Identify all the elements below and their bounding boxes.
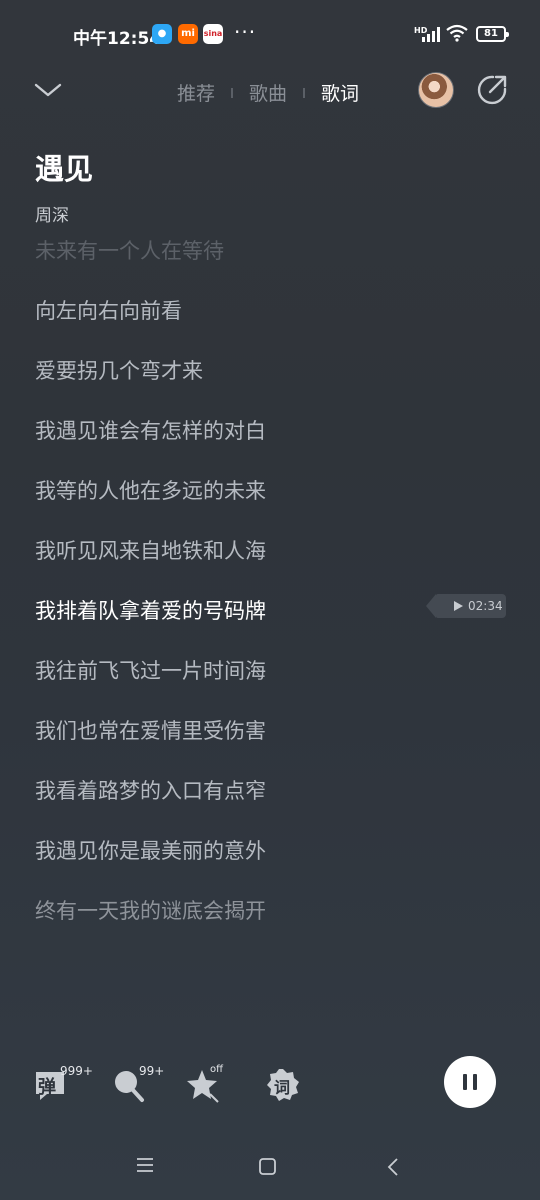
more-notifications-icon: ··· [234,20,257,44]
wifi-icon [446,24,468,42]
player-tabs: 推荐 歌曲 歌词 [177,79,359,106]
status-time: 中午12:54 [73,29,162,49]
lyric-line[interactable]: 我遇见你是最美丽的意外 [35,835,266,865]
menu-icon[interactable] [137,1158,153,1172]
lyric-line[interactable]: 我遇见谁会有怎样的对白 [35,415,266,445]
song-title: 遇见 [35,152,94,186]
signal-icon [420,26,440,42]
battery-icon: 81 [476,26,509,42]
singer-avatar[interactable] [418,72,454,108]
lyric-settings-label: 词 [274,1078,291,1097]
pause-button[interactable] [444,1056,496,1108]
system-nav-bar [0,1146,540,1186]
home-icon[interactable] [259,1158,276,1175]
lyric-line-current[interactable]: 我排着队拿着爱的号码牌 [35,595,266,625]
danmu-count: 999+ [60,1064,93,1078]
mi-icon: mi [178,24,198,44]
chevron-down-icon[interactable] [34,80,62,100]
seek-time-button[interactable]: 02:34 [426,594,506,618]
lyric-line[interactable]: 我看着路梦的入口有点窄 [35,775,266,805]
lyric-line[interactable]: 我往前飞飞过一片时间海 [35,655,266,685]
tab-divider [303,87,306,98]
lyric-line[interactable]: 我等的人他在多远的未来 [35,475,266,505]
seek-time: 02:34 [468,599,503,613]
tab-divider [231,87,234,98]
lyric-line[interactable]: 未来有一个人在等待 [35,235,224,265]
pause-icon [463,1074,467,1090]
singer-name[interactable]: 周深 [35,201,69,226]
tab-lyrics[interactable]: 歌词 [321,79,359,106]
danmu-label: 弹 [38,1077,56,1098]
player-top-bar: 推荐 歌曲 歌词 [0,70,540,114]
tab-recommend[interactable]: 推荐 [177,79,215,106]
app-blue-icon: ● [152,24,172,44]
sina-icon: sina [203,24,223,44]
share-icon[interactable] [476,74,508,106]
lyric-line[interactable]: 我们也常在爱情里受伤害 [35,715,266,745]
pause-icon-bar [473,1074,477,1090]
back-icon[interactable] [387,1158,399,1176]
play-icon [454,601,463,611]
status-bar: 中午12:54 ● mi sina ··· HD 81 [0,0,540,70]
tab-song[interactable]: 歌曲 [249,79,287,106]
effect-status: off [210,1064,224,1075]
lyric-settings-button[interactable]: 词 [266,1068,302,1104]
lyric-line[interactable]: 向左向右向前看 [35,295,182,325]
comment-count: 99+ [139,1064,165,1078]
lyrics-list[interactable]: 未来有一个人在等待 向左向右向前看 爱要拐几个弯才来 我遇见谁会有怎样的对白 我… [0,232,540,942]
lyric-line[interactable]: 我听见风来自地铁和人海 [35,535,266,565]
lyric-line[interactable]: 爱要拐几个弯才来 [35,355,203,385]
lyric-line[interactable]: 终有一天我的谜底会揭开 [35,895,266,925]
